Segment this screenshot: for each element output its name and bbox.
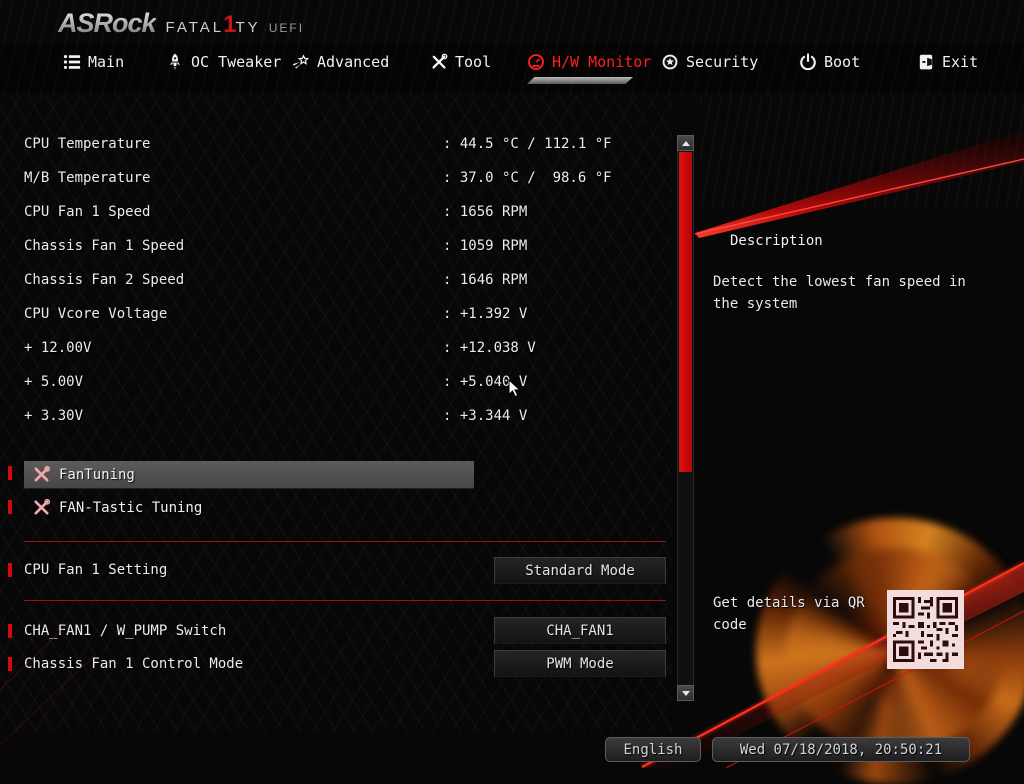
sensor-value: : 1059 RPM [443,238,528,254]
active-tab-underline [527,77,633,84]
top-navigation-bar: Main OC Tweaker Advanced Tool H/W Monito… [0,44,1024,92]
pink-tools-icon [32,465,51,484]
asrock-logo: ASRock [58,8,157,38]
gauge-icon [527,53,545,71]
sensor-value: : 1646 RPM [443,272,528,288]
language-button[interactable]: English [605,737,701,762]
list-icon [63,53,81,71]
door-icon [917,53,935,71]
row-marker [8,624,12,638]
sensor-value: : +3.344 V [443,408,528,424]
tab-label: H/W Monitor [552,53,652,71]
tab-exit[interactable]: Exit [917,53,978,71]
uefi-logo-text: UEFI [268,21,305,35]
qr-caption: Get details via QR code [713,595,865,633]
cha-fan1-wpump-switch-label: CHA_FAN1 / W_PUMP Switch [24,623,227,639]
sensor-label: CPU Temperature [24,136,151,152]
datetime-display: Wed 07/18/2018, 20:50:21 [712,737,970,762]
tab-label: Advanced [317,53,390,71]
tab-boot[interactable]: Boot [799,53,860,71]
tab-label: Security [686,53,759,71]
cha-fan1-wpump-switch-value-button[interactable]: CHA_FAN1 [494,617,666,644]
row-marker [8,500,12,514]
sensor-value: : 1656 RPM [443,204,528,220]
fantastic-tuning-item[interactable]: FAN-Tastic Tuning [24,494,474,521]
fantuning-label: FanTuning [59,466,135,483]
cpu-fan1-setting-value-button[interactable]: Standard Mode [494,557,666,584]
fantuning-item[interactable]: FanTuning [24,461,474,489]
header-logo: ASRock FATAL 1 TY UEFI [58,8,304,39]
separator-line [24,541,666,542]
fatal1ty-logo-text: TY [235,19,261,36]
power-icon [799,53,817,71]
description-text: Detect the lowest fan speed in the syste… [713,274,966,312]
sensor-label: Chassis Fan 2 Speed [24,272,185,288]
shooting-star-icon [292,53,310,71]
qr-code [887,590,964,669]
sensor-value: : 44.5 °C / 112.1 °F [443,136,612,152]
tab-oc-tweaker[interactable]: OC Tweaker [166,53,281,71]
sensor-label: + 3.30V [24,408,84,424]
sensor-value: : +5.040 V [443,374,528,390]
scroll-down-button[interactable] [677,685,694,701]
chassis-fan1-control-mode-label: Chassis Fan 1 Control Mode [24,656,244,672]
fatal1ty-red-one: 1 [223,11,237,38]
rocket-icon [166,53,184,71]
tab-label: Main [88,53,125,71]
fatal1ty-logo-text: FATAL [165,19,225,36]
description-title: Description [730,233,823,249]
sensor-value: : +1.392 V [443,306,528,322]
cpu-fan1-setting-label: CPU Fan 1 Setting [24,562,168,578]
badge-icon [661,53,679,71]
row-marker [8,657,12,671]
tab-label: Tool [455,53,492,71]
sensor-label: CPU Fan 1 Speed [24,204,151,220]
tab-label: OC Tweaker [191,53,282,71]
sensor-label: Chassis Fan 1 Speed [24,238,185,254]
tab-tool[interactable]: Tool [430,53,491,71]
tab-hw-monitor[interactable]: H/W Monitor [527,53,651,71]
tab-advanced[interactable]: Advanced [292,53,389,71]
pink-tools-icon [32,498,51,517]
background-texture [700,96,1024,206]
row-marker [8,466,12,480]
sensor-label: + 5.00V [24,374,84,390]
scroll-down-icon [681,690,690,696]
scroll-up-icon [681,140,690,146]
scrollbar-thumb[interactable] [679,152,692,472]
fantastic-tuning-label: FAN-Tastic Tuning [59,499,203,516]
separator-line [24,600,666,601]
tab-main[interactable]: Main [63,53,124,71]
tab-label: Exit [942,53,979,71]
tab-label: Boot [824,53,861,71]
tools-icon [430,53,448,71]
sensor-label: CPU Vcore Voltage [24,306,168,322]
tab-security[interactable]: Security [661,53,758,71]
sensor-value: : 37.0 °C / 98.6 °F [443,170,612,186]
sensor-label: + 12.00V [24,340,92,356]
scroll-up-button[interactable] [677,135,694,151]
row-marker [8,563,12,577]
sensor-label: M/B Temperature [24,170,151,186]
sensor-value: : +12.038 V [443,340,536,356]
chassis-fan1-control-mode-value-button[interactable]: PWM Mode [494,650,666,677]
